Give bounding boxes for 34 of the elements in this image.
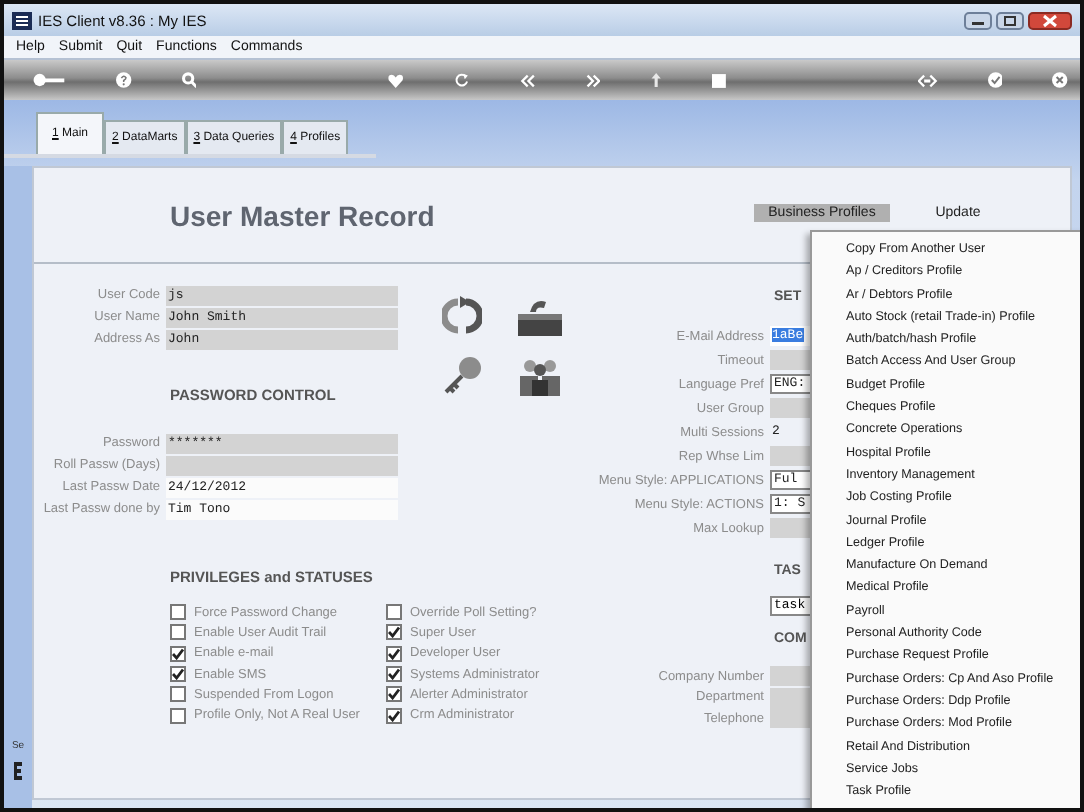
key-icon[interactable] <box>32 70 66 90</box>
close-icon[interactable] <box>1028 11 1072 29</box>
sync-icon[interactable] <box>442 296 482 336</box>
checkbox[interactable] <box>386 686 402 703</box>
checkbox[interactable] <box>386 645 402 662</box>
checkbox[interactable] <box>386 707 402 724</box>
people-icon[interactable] <box>518 356 562 396</box>
checkbox[interactable] <box>386 624 402 641</box>
side-tab-icon[interactable] <box>14 762 22 780</box>
checkbox[interactable] <box>386 604 402 621</box>
rewind-icon[interactable] <box>519 71 535 89</box>
check-icon[interactable] <box>987 70 1003 90</box>
close-icon[interactable] <box>1052 70 1069 90</box>
arrows-icon[interactable] <box>918 71 938 89</box>
checkbox[interactable] <box>170 666 186 683</box>
checkbox[interactable] <box>386 666 402 683</box>
checkbox[interactable] <box>170 604 186 621</box>
help-icon[interactable] <box>115 70 132 90</box>
up-arrow-icon[interactable] <box>650 70 663 90</box>
input-field[interactable] <box>166 455 398 475</box>
forward-icon[interactable] <box>585 71 601 89</box>
checkbox[interactable] <box>170 686 186 703</box>
checkbox[interactable] <box>170 707 186 724</box>
maximize-icon[interactable] <box>996 11 1024 29</box>
stop-icon[interactable] <box>712 71 727 89</box>
refresh-icon[interactable] <box>454 70 470 90</box>
checkbox[interactable] <box>170 624 186 641</box>
minimize-icon[interactable] <box>964 11 992 29</box>
search-icon[interactable] <box>181 70 197 90</box>
page-heading: User Master Record <box>170 199 435 231</box>
app-icon <box>12 11 32 29</box>
heart-icon[interactable] <box>388 71 405 89</box>
key-icon[interactable] <box>442 356 482 396</box>
checkbox[interactable] <box>170 645 186 662</box>
